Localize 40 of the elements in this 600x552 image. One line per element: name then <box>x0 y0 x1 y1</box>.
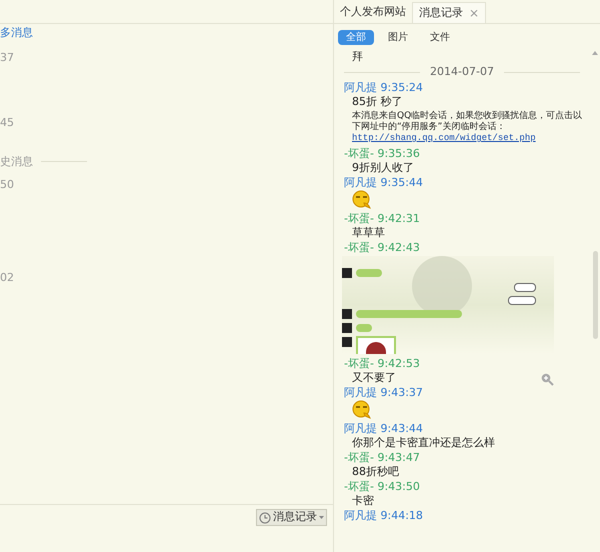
message-time: 02 <box>0 271 14 284</box>
clock-icon <box>259 512 271 524</box>
tab[interactable]: 个人发布网站 <box>334 2 412 23</box>
message-text: 9折别人收了 <box>351 160 414 175</box>
zoom-in-icon[interactable] <box>541 373 554 386</box>
scrollbar-thumb[interactable] <box>592 251 598 339</box>
message-text: 85折 秒了 <box>351 94 402 109</box>
message-time: 37 <box>0 51 14 64</box>
message-text: 又不要了 <box>351 370 396 385</box>
scroll-up-arrow-icon <box>592 51 598 55</box>
sender-line: 阿凡提 9:44:18 <box>343 508 423 522</box>
sender-line: -坏蛋- 9:42:53 <box>343 356 420 370</box>
message-time: 45 <box>0 116 14 129</box>
smiley-emoji-icon <box>352 400 372 420</box>
sender-line: 阿凡提 9:43:37 <box>343 385 423 399</box>
smiley-emoji-icon <box>352 190 372 210</box>
message-text: 88折秒吧 <box>351 464 399 479</box>
tab[interactable]: 消息记录 × <box>412 2 486 23</box>
history-divider-label: 史消息 <box>0 155 33 168</box>
notice-paragraph: 本消息来自QQ临时会话，如果您收到骚扰信息，可点击以下网址中的“停用服务”关闭临时会话： http://shang.qq.com/widget/set.php <box>351 110 584 145</box>
sender-line: 阿凡提 9:43:44 <box>343 421 423 435</box>
filter-tab[interactable]: 文件 <box>422 30 458 45</box>
sender-line: -坏蛋- 9:43:50 <box>343 479 420 493</box>
widget-link[interactable]: http://shang.qq.com/widget/set.php <box>352 133 536 143</box>
date-divider: 2014-07-07 <box>430 65 494 79</box>
filter-tab[interactable]: 图片 <box>380 30 416 45</box>
message-text: 卡密 <box>351 493 374 508</box>
sender-line: -坏蛋- 9:42:31 <box>343 211 420 225</box>
message-text: 草草草 <box>351 225 385 240</box>
sender-line: 阿凡提 9:35:24 <box>343 80 423 94</box>
message-history-button[interactable]: 消息记录 <box>256 509 327 526</box>
message-text: 你那个是卡密直冲还是怎么样 <box>351 435 495 450</box>
sender-line: 阿凡提 9:35:44 <box>343 175 423 189</box>
sender-line: -坏蛋- 9:35:36 <box>343 146 420 160</box>
sender-line: -坏蛋- 9:43:47 <box>343 450 420 464</box>
sender-line: -坏蛋- 9:42:43 <box>343 240 420 254</box>
message-text: 拜 <box>351 49 363 64</box>
dropdown-caret-icon <box>319 516 324 519</box>
message-time: 50 <box>0 178 14 191</box>
more-messages-link[interactable]: 多消息 <box>0 26 33 39</box>
